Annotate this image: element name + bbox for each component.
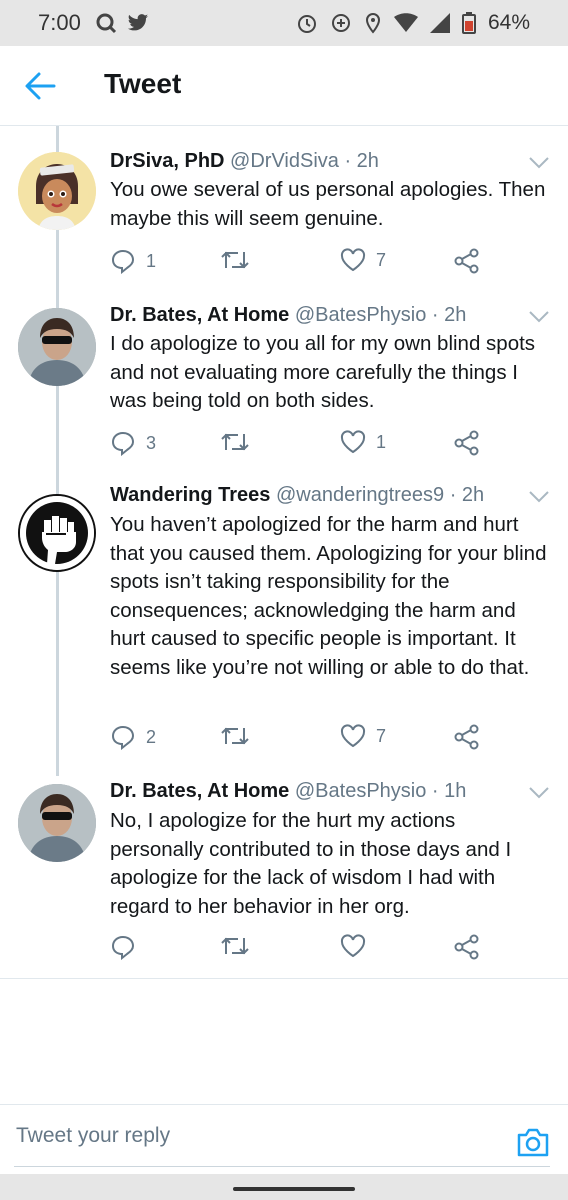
reply-button[interactable]: 1: [110, 248, 156, 274]
share-icon: [454, 934, 479, 960]
status-bar: 7:00 64%: [0, 0, 568, 46]
cartoon-avatar-icon: [18, 152, 96, 230]
reply-icon: [111, 431, 135, 456]
chevron-down-icon[interactable]: [528, 490, 550, 504]
retweet-icon: [221, 937, 249, 955]
status-time: 7:00: [38, 10, 81, 35]
tweet-header: DrSiva, PhD @DrVidSiva · 2h: [110, 150, 379, 173]
camera-icon[interactable]: [516, 1125, 550, 1159]
tweet-text: You owe several of us personal apologies…: [110, 178, 546, 230]
share-button[interactable]: [454, 248, 480, 274]
heart-icon: [340, 430, 366, 454]
share-icon: [454, 248, 479, 274]
reply-icon: [111, 935, 135, 960]
handle-time[interactable]: @DrVidSiva · 2h: [230, 150, 379, 172]
like-button[interactable]: 1: [340, 430, 386, 454]
retweet-icon: [221, 251, 249, 269]
retweet-icon: [221, 433, 249, 451]
tweet-actions: [110, 934, 550, 964]
retweet-icon: [221, 727, 249, 745]
like-count: 7: [376, 249, 387, 270]
handle-time[interactable]: @wanderingtrees9 · 2h: [276, 484, 484, 506]
tweet-4[interactable]: Dr. Bates, At Home @BatesPhysio · 1h No,…: [0, 778, 568, 978]
share-button[interactable]: [454, 934, 480, 960]
tweet-actions: 3 1: [110, 430, 550, 460]
retweet-button[interactable]: [220, 430, 260, 454]
heart-icon: [340, 934, 366, 958]
reply-underline: [14, 1166, 550, 1167]
system-nav-bar: [0, 1174, 568, 1200]
share-button[interactable]: [454, 430, 480, 456]
heart-icon: [340, 248, 366, 272]
wifi-icon: [393, 13, 418, 32]
q-icon: [96, 13, 116, 34]
like-button[interactable]: [340, 934, 376, 958]
reply-button[interactable]: [110, 934, 146, 960]
profile-photo-icon: [18, 308, 96, 386]
home-gesture-handle[interactable]: [233, 1187, 355, 1191]
location-icon: [365, 12, 380, 34]
avatar[interactable]: [18, 494, 96, 572]
tweet-header: Dr. Bates, At Home @BatesPhysio · 1h: [110, 780, 466, 803]
tweet-header: Wandering Trees @wanderingtrees9 · 2h: [110, 484, 484, 507]
top-app-bar: Tweet: [0, 46, 568, 126]
handle-time[interactable]: @BatesPhysio · 2h: [295, 304, 467, 326]
reply-count: 1: [146, 250, 157, 271]
display-name[interactable]: Wandering Trees: [110, 484, 270, 506]
avatar[interactable]: [18, 784, 96, 862]
reply-bar: [0, 1104, 568, 1164]
back-arrow-icon[interactable]: [24, 71, 56, 101]
tweet-2[interactable]: Dr. Bates, At Home @BatesPhysio · 2h I d…: [0, 296, 568, 482]
avatar[interactable]: [18, 152, 96, 230]
battery-icon: [461, 12, 476, 34]
reply-button[interactable]: 3: [110, 430, 156, 456]
like-button[interactable]: 7: [340, 248, 386, 272]
retweet-button[interactable]: [220, 934, 260, 958]
tweet-1[interactable]: DrSiva, PhD @DrVidSiva · 2h You owe seve…: [0, 126, 568, 296]
twitter-bird-icon: [127, 14, 148, 31]
tweet-actions: 2 7: [110, 724, 550, 754]
like-count: 7: [376, 725, 387, 746]
page-title: Tweet: [104, 68, 182, 99]
chevron-down-icon[interactable]: [528, 156, 550, 170]
chevron-down-icon[interactable]: [528, 786, 550, 800]
retweet-button[interactable]: [220, 724, 260, 748]
share-button[interactable]: [454, 724, 480, 750]
tweet-text: I do apologize to you all for my own bli…: [110, 332, 536, 412]
display-name[interactable]: Dr. Bates, At Home: [110, 780, 289, 802]
display-name[interactable]: Dr. Bates, At Home: [110, 304, 289, 326]
reply-input[interactable]: [14, 1113, 498, 1159]
heart-icon: [340, 724, 366, 748]
tweet-header: Dr. Bates, At Home @BatesPhysio · 2h: [110, 304, 466, 327]
display-name[interactable]: DrSiva, PhD: [110, 150, 224, 172]
tweet-text: You haven’t apologized for the harm and …: [110, 513, 547, 679]
tweet-divider: [0, 978, 568, 979]
avatar[interactable]: [18, 308, 96, 386]
retweet-button[interactable]: [220, 248, 260, 272]
tweet-actions: 1 7: [110, 248, 550, 278]
chevron-down-icon[interactable]: [528, 310, 550, 324]
reply-icon: [111, 249, 135, 274]
signal-icon: [429, 13, 450, 33]
tweet-text: No, I apologize for the hurt my actions …: [110, 809, 512, 918]
raised-fist-icon: [20, 496, 94, 570]
reply-button[interactable]: 2: [110, 724, 156, 750]
data-saver-icon: [331, 14, 350, 32]
share-icon: [454, 430, 479, 456]
share-icon: [454, 724, 479, 750]
alarm-icon: [297, 15, 316, 33]
like-button[interactable]: 7: [340, 724, 386, 748]
tweet-3[interactable]: Wandering Trees @wanderingtrees9 · 2h Yo…: [0, 482, 568, 778]
reply-icon: [111, 725, 135, 750]
profile-photo-icon: [18, 784, 96, 862]
like-count: 1: [376, 431, 387, 452]
battery-percent: 64%: [487, 11, 530, 34]
handle-time[interactable]: @BatesPhysio · 1h: [295, 780, 467, 802]
reply-count: 3: [146, 432, 157, 453]
reply-count: 2: [146, 726, 157, 747]
